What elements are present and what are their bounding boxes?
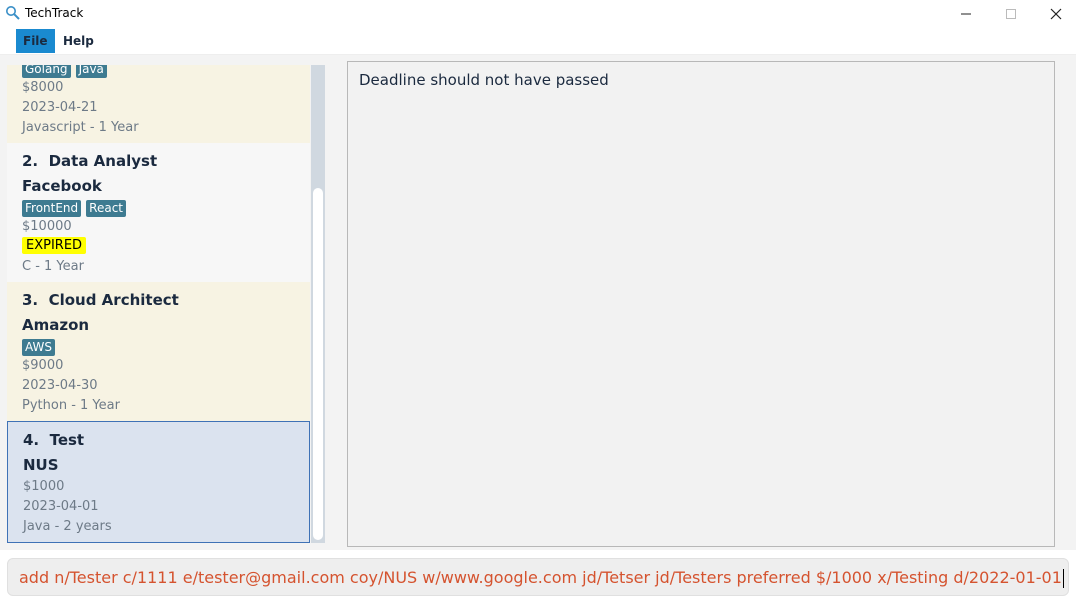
tag: AWS bbox=[22, 339, 56, 356]
job-role: Test bbox=[49, 431, 85, 449]
close-button[interactable] bbox=[1033, 0, 1076, 27]
experience: Python - 1 Year bbox=[22, 398, 120, 413]
expired-badge-wrap: EXPIRED bbox=[22, 237, 87, 254]
tag: Java bbox=[75, 65, 107, 78]
main-area: Golang Java $8000 2023-04-21 Javascript … bbox=[0, 55, 1076, 550]
experience: Javascript - 1 Year bbox=[22, 120, 139, 135]
job-card[interactable]: Golang Java $8000 2023-04-21 Javascript … bbox=[7, 65, 310, 143]
list-scrollbar-thumb[interactable] bbox=[313, 188, 323, 540]
tag-list: Golang Java bbox=[22, 65, 107, 78]
job-card-selected[interactable]: 4. Test NUS $1000 2023-04-01 Java - 2 ye… bbox=[7, 421, 310, 543]
salary: $10000 bbox=[22, 219, 72, 234]
tag: FrontEnd bbox=[22, 200, 82, 217]
command-area: add n/Tester c/1111 e/tester@gmail.com c… bbox=[0, 550, 1076, 604]
salary: $8000 bbox=[22, 80, 64, 95]
job-role: Data Analyst bbox=[48, 152, 158, 170]
maximize-button[interactable] bbox=[988, 0, 1034, 27]
tag-list: FrontEnd React bbox=[22, 200, 126, 217]
close-icon bbox=[1050, 8, 1062, 19]
minimize-button[interactable] bbox=[943, 0, 989, 27]
result-display: Deadline should not have passed bbox=[347, 61, 1055, 547]
experience: C - 1 Year bbox=[22, 259, 84, 274]
job-index: 4. bbox=[23, 431, 40, 449]
deadline: 2023-04-01 bbox=[23, 499, 99, 514]
deadline: 2023-04-21 bbox=[22, 100, 98, 115]
text-caret bbox=[1062, 569, 1064, 588]
tag: Golang bbox=[22, 65, 71, 78]
menu-file[interactable]: File bbox=[16, 29, 55, 53]
job-header: 3. Cloud Architect bbox=[22, 291, 179, 309]
job-index: 2. bbox=[22, 152, 39, 170]
menu-help[interactable]: Help bbox=[56, 29, 101, 53]
result-message: Deadline should not have passed bbox=[359, 71, 609, 89]
company: Amazon bbox=[22, 316, 90, 334]
salary: $1000 bbox=[23, 479, 65, 494]
expired-badge: EXPIRED bbox=[22, 237, 87, 254]
tag-list: AWS bbox=[22, 339, 56, 356]
title-bar: TechTrack bbox=[0, 0, 1076, 27]
experience: Java - 2 years bbox=[23, 519, 112, 534]
company: NUS bbox=[23, 456, 59, 474]
magnifier-icon bbox=[6, 6, 20, 20]
tag: React bbox=[86, 200, 126, 217]
company: Facebook bbox=[22, 177, 102, 195]
menu-bar: File Help bbox=[0, 27, 1076, 55]
job-list[interactable]: Golang Java $8000 2023-04-21 Javascript … bbox=[7, 65, 326, 545]
job-card[interactable]: 3. Cloud Architect Amazon AWS $9000 2023… bbox=[7, 282, 310, 421]
minimize-icon bbox=[961, 13, 971, 14]
job-header: 2. Data Analyst bbox=[22, 152, 157, 170]
job-index: 3. bbox=[22, 291, 39, 309]
deadline: 2023-04-30 bbox=[22, 378, 98, 393]
command-text[interactable]: add n/Tester c/1111 e/tester@gmail.com c… bbox=[19, 568, 1064, 588]
job-role: Cloud Architect bbox=[48, 291, 179, 309]
window-title: TechTrack bbox=[25, 6, 84, 20]
maximize-icon bbox=[1006, 8, 1016, 19]
salary: $9000 bbox=[22, 358, 64, 373]
command-input[interactable]: add n/Tester c/1111 e/tester@gmail.com c… bbox=[7, 558, 1069, 596]
job-header: 4. Test bbox=[23, 431, 84, 449]
command-value: add n/Tester c/1111 e/tester@gmail.com c… bbox=[19, 568, 1062, 587]
job-card[interactable]: 2. Data Analyst Facebook FrontEnd React … bbox=[7, 143, 310, 282]
